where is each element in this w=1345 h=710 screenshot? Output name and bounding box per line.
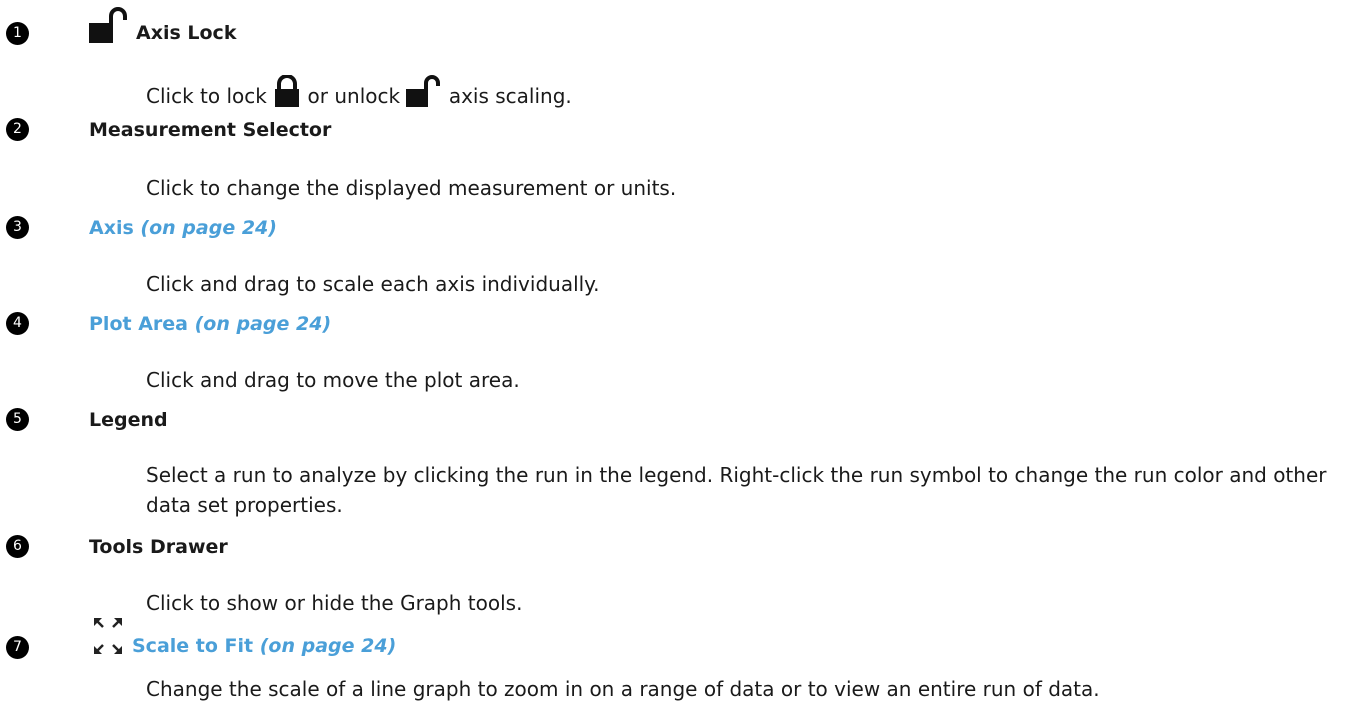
number-badge: 4	[6, 312, 29, 335]
desc-text: Click to lock	[146, 84, 267, 108]
measurement-selector-description: Click to change the displayed measuremen…	[146, 176, 677, 200]
tools-drawer-description: Click to show or hide the Graph tools.	[146, 591, 523, 615]
number-badge: 5	[6, 408, 29, 431]
number-badge: 2	[6, 118, 29, 141]
legend-description: Select a run to analyze by clicking the …	[146, 463, 1327, 517]
plot-area-link[interactable]: Plot Area (on page 24)	[89, 312, 331, 336]
axis-description: Click and drag to scale each axis indivi…	[146, 272, 600, 296]
legend-title: Legend	[89, 409, 168, 431]
axis-lock-description: Click to lock or unlock axis scaling.	[146, 74, 1336, 115]
axis-lock-title: Axis Lock	[136, 22, 237, 44]
plot-area-description: Click and drag to move the plot area.	[146, 368, 520, 392]
page-reference[interactable]: (on page 24)	[260, 635, 397, 657]
axis-link[interactable]: Axis (on page 24)	[89, 216, 277, 240]
link-label[interactable]: Plot Area	[89, 313, 188, 335]
lock-open-icon	[406, 75, 442, 115]
scale-to-fit-icon	[92, 616, 124, 660]
lock-open-icon	[89, 6, 129, 48]
number-badge: 1	[6, 22, 29, 45]
link-label[interactable]: Scale to Fit	[132, 635, 253, 657]
scale-to-fit-description: Change the scale of a line graph to zoom…	[146, 677, 1100, 701]
scale-to-fit-link[interactable]: Scale to Fit (on page 24)	[132, 634, 396, 658]
desc-text: or unlock	[307, 84, 401, 108]
tools-drawer-title: Tools Drawer	[89, 536, 228, 558]
link-label[interactable]: Axis	[89, 217, 134, 239]
page-reference[interactable]: (on page 24)	[140, 217, 277, 239]
page-reference[interactable]: (on page 24)	[195, 313, 332, 335]
number-badge: 6	[6, 535, 29, 558]
number-badge: 7	[6, 636, 29, 659]
desc-text: axis scaling.	[448, 84, 572, 108]
number-badge: 3	[6, 216, 29, 239]
measurement-selector-title: Measurement Selector	[89, 119, 332, 141]
lock-closed-icon	[273, 74, 301, 115]
